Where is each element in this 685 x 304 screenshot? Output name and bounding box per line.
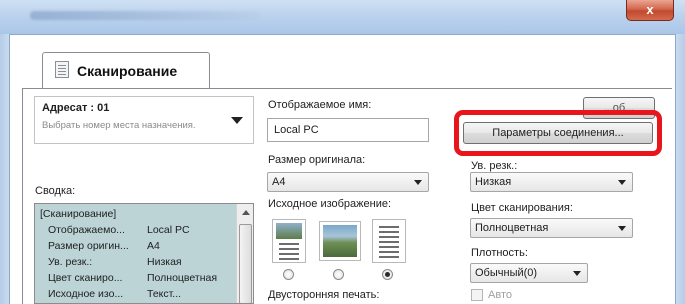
tab-scanning[interactable]: Сканирование [42,52,210,88]
destination-hint: Выбрать номер места назначения. [42,120,196,131]
chevron-down-icon [618,226,626,231]
auto-checkbox[interactable] [471,289,483,301]
auto-label: Авто [488,289,512,301]
original-size-select[interactable]: A4 [267,172,429,192]
window-title-blurred [30,11,260,20]
original-image-text-photo-thumb[interactable] [272,219,306,263]
summary-label: Сводка: [35,185,76,197]
chevron-down-icon[interactable] [231,117,243,124]
destination-title: Адресат : 01 [42,102,110,114]
scan-color-select[interactable]: Полноцветная [470,218,633,238]
original-image-text-thumb[interactable] [372,219,406,263]
scroll-up-icon[interactable] [242,210,250,215]
original-image-label: Исходное изображение: [268,198,392,210]
density-select[interactable]: Обычный(0) [470,263,588,283]
chevron-down-icon [573,271,581,276]
sharpness-value: Низкая [475,176,512,188]
document-icon [55,61,69,78]
sharpness-label: Ув. резк.: [471,160,518,172]
sharpness-select[interactable]: Низкая [470,172,633,192]
radio-text-photo[interactable] [283,269,294,280]
title-bar: x [0,0,685,34]
chevron-down-icon [414,180,422,185]
density-label: Плотность: [471,247,528,259]
chevron-down-icon [618,180,626,185]
photo-icon [276,223,302,239]
summary-scrollbar[interactable] [236,204,253,303]
scan-color-label: Цвет сканирования: [471,202,573,214]
display-name-label: Отображаемое имя: [268,99,372,111]
tab-label: Сканирование [77,63,178,79]
duplex-label: Двусторонняя печать: [268,289,380,301]
window-frame-right [676,34,685,304]
original-image-photo-thumb[interactable] [319,221,361,261]
radio-text[interactable] [382,269,393,280]
scan-color-value: Полноцветная [475,222,549,234]
radio-photo[interactable] [333,269,344,280]
window-frame-left [0,34,9,304]
density-value: Обычный(0) [475,267,538,279]
close-button[interactable]: x [626,0,674,21]
red-highlight-frame [454,110,662,156]
original-size-value: A4 [272,176,286,188]
scrollbar-thumb[interactable] [239,224,252,303]
summary-list[interactable]: [Сканирование] Отображаемо... Local PC Р… [34,203,254,304]
original-size-label: Размер оригинала: [268,154,366,166]
display-name-input[interactable]: Local PC [267,118,429,142]
destination-dropdown[interactable]: Адресат : 01 Выбрать номер места назначе… [34,96,254,144]
